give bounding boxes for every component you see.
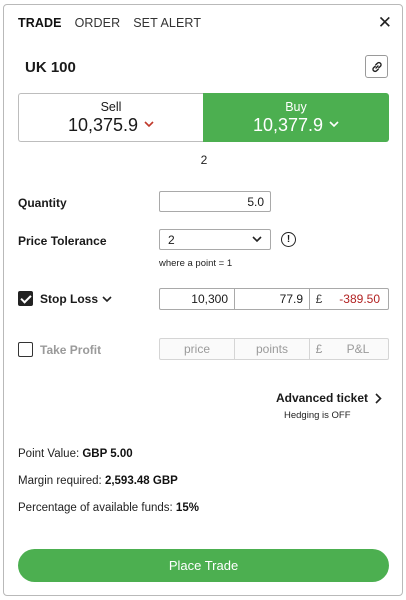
stop-loss-price-input[interactable]: 10,300 <box>160 289 235 309</box>
sell-label: Sell <box>100 99 122 114</box>
quantity-label: Quantity <box>18 196 67 210</box>
margin-value: 2,593.48 GBP <box>104 475 178 487</box>
take-profit-currency: £ <box>315 342 323 356</box>
chevron-down-icon <box>252 236 262 243</box>
point-value: GBP 5.00 <box>82 448 133 460</box>
sell-button[interactable]: Sell 10,375.9 <box>18 93 203 142</box>
take-profit-checkbox[interactable] <box>18 342 33 357</box>
stop-loss-points-input[interactable]: 77.9 <box>235 289 310 309</box>
price-tolerance-label: Price Tolerance <box>18 234 107 248</box>
price-tolerance-value: 2 <box>168 232 175 247</box>
info-icon[interactable]: ! <box>281 232 296 247</box>
quantity-input[interactable]: 5.0 <box>159 191 271 212</box>
tab-set-alert[interactable]: SET ALERT <box>133 16 201 30</box>
tab-order[interactable]: ORDER <box>75 16 121 30</box>
point-value-label: Point Value: <box>18 448 83 460</box>
instrument-title: UK 100 <box>25 59 76 76</box>
margin-line: Margin required: 2,593.48 GBP <box>18 475 178 487</box>
link-icon <box>371 61 382 72</box>
price-tolerance-hint: where a point = 1 <box>159 258 233 269</box>
take-profit-points-input[interactable]: points <box>235 339 310 359</box>
spread-value: 2 <box>200 153 208 167</box>
take-profit-label: Take Profit <box>40 343 102 357</box>
stop-loss-dropdown[interactable]: Stop Loss <box>40 292 112 306</box>
stop-loss-currency: £ <box>315 292 323 306</box>
stop-loss-pnl-input[interactable]: -389.50 <box>328 289 388 309</box>
close-icon[interactable]: ✕ <box>378 13 392 33</box>
link-button[interactable] <box>365 55 388 78</box>
stop-loss-fields: 10,300 77.9 £ -389.50 <box>159 288 389 310</box>
tab-trade[interactable]: TRADE <box>18 16 62 30</box>
advanced-ticket-link[interactable]: Advanced ticket <box>276 391 382 405</box>
stop-loss-label: Stop Loss <box>40 292 99 306</box>
take-profit-fields: price points £ P&L <box>159 338 389 360</box>
chevron-down-icon <box>102 295 112 302</box>
funds-label: Percentage of available funds: <box>18 502 176 514</box>
price-tolerance-select[interactable]: 2 <box>159 229 271 250</box>
hedging-status: Hedging is OFF <box>284 410 351 421</box>
buy-price: 10,377.9 <box>252 114 324 135</box>
sell-price: 10,375.9 <box>67 114 139 135</box>
funds-line: Percentage of available funds: 15% <box>18 502 199 514</box>
place-trade-button[interactable]: Place Trade <box>18 549 389 582</box>
buy-label: Buy <box>285 99 307 114</box>
trade-ticket-panel: TRADE ORDER SET ALERT ✕ UK 100 Sell 10,3… <box>3 4 403 596</box>
advanced-ticket-label: Advanced ticket <box>275 391 368 405</box>
point-value-line: Point Value: GBP 5.00 <box>18 448 133 460</box>
margin-label: Margin required: <box>18 475 105 487</box>
funds-value: 15% <box>175 502 199 514</box>
chevron-right-icon <box>375 392 382 404</box>
chevron-down-icon <box>144 119 154 131</box>
sell-buy-toggle: Sell 10,375.9 Buy 10,377.9 <box>18 93 389 142</box>
take-profit-pnl-input[interactable]: P&L <box>328 339 388 359</box>
stop-loss-checkbox[interactable] <box>18 291 33 306</box>
buy-button[interactable]: Buy 10,377.9 <box>203 93 389 142</box>
ticket-tabs: TRADE ORDER SET ALERT <box>18 16 201 30</box>
take-profit-price-input[interactable]: price <box>160 339 235 359</box>
chevron-down-icon <box>329 119 339 131</box>
